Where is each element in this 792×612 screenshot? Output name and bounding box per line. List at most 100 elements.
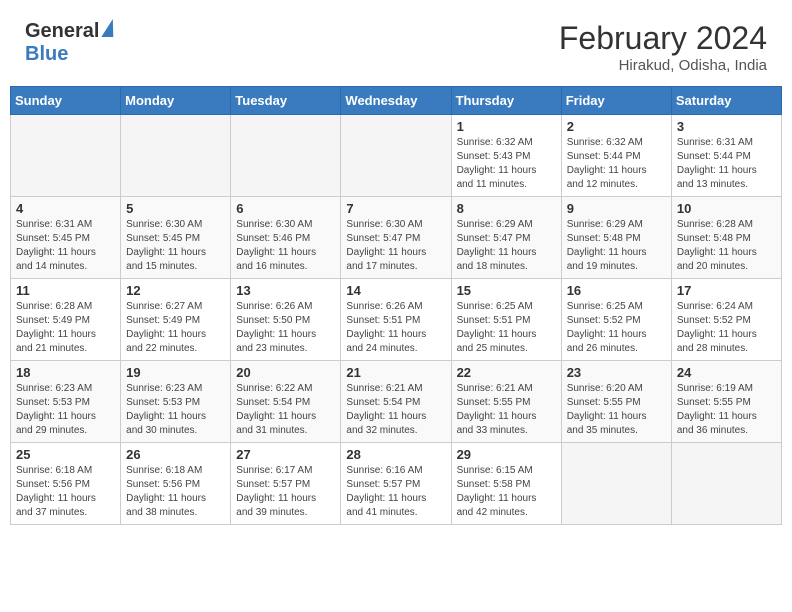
day-info: Sunrise: 6:16 AM Sunset: 5:57 PM Dayligh… xyxy=(346,464,445,520)
day-info: Sunrise: 6:17 AM Sunset: 5:57 PM Dayligh… xyxy=(236,464,335,520)
day-cell xyxy=(11,115,121,197)
day-info: Sunrise: 6:26 AM Sunset: 5:51 PM Dayligh… xyxy=(346,300,445,356)
header: General Blue February 2024 Hirakud, Odis… xyxy=(10,10,782,82)
weekday-header-saturday: Saturday xyxy=(671,87,781,115)
day-cell: 18 Sunrise: 6:23 AM Sunset: 5:53 PM Dayli… xyxy=(11,361,121,443)
day-number: 10 xyxy=(677,201,776,216)
day-number: 6 xyxy=(236,201,335,216)
day-info: Sunrise: 6:20 AM Sunset: 5:55 PM Dayligh… xyxy=(567,382,666,438)
day-cell: 3Sunrise: 6:31 AM Sunset: 5:44 PM Daylig… xyxy=(671,115,781,197)
day-info: Sunrise: 6:23 AM Sunset: 5:53 PM Dayligh… xyxy=(126,382,225,438)
day-cell: 8Sunrise: 6:29 AM Sunset: 5:47 PM Daylig… xyxy=(451,197,561,279)
day-info: Sunrise: 6:32 AM Sunset: 5:43 PM Dayligh… xyxy=(457,136,556,192)
day-number: 7 xyxy=(346,201,445,216)
day-cell xyxy=(231,115,341,197)
day-cell: 21 Sunrise: 6:21 AM Sunset: 5:54 PM Dayli… xyxy=(341,361,451,443)
day-info: Sunrise: 6:22 AM Sunset: 5:54 PM Dayligh… xyxy=(236,382,335,438)
day-cell: 12 Sunrise: 6:27 AM Sunset: 5:49 PM Dayli… xyxy=(121,279,231,361)
day-number: 18 xyxy=(16,365,115,380)
day-number: 21 xyxy=(346,365,445,380)
calendar: SundayMondayTuesdayWednesdayThursdayFrid… xyxy=(10,86,782,525)
day-cell: 14 Sunrise: 6:26 AM Sunset: 5:51 PM Dayli… xyxy=(341,279,451,361)
day-cell: 10 Sunrise: 6:28 AM Sunset: 5:48 PM Dayli… xyxy=(671,197,781,279)
day-number: 28 xyxy=(346,447,445,462)
day-info: Sunrise: 6:21 AM Sunset: 5:55 PM Dayligh… xyxy=(457,382,556,438)
weekday-header-sunday: Sunday xyxy=(11,87,121,115)
logo-general: General xyxy=(25,20,99,43)
weekday-header-friday: Friday xyxy=(561,87,671,115)
day-cell: 2 Sunrise: 6:32 AM Sunset: 5:44 PM Daylig… xyxy=(561,115,671,197)
day-cell: 7 Sunrise: 6:30 AM Sunset: 5:47 PM Daylig… xyxy=(341,197,451,279)
weekday-header-row: SundayMondayTuesdayWednesdayThursdayFrid… xyxy=(11,87,782,115)
day-number: 1 xyxy=(457,119,556,134)
day-number: 8 xyxy=(457,201,556,216)
day-info: Sunrise: 6:28 AM Sunset: 5:48 PM Dayligh… xyxy=(677,218,776,274)
day-cell: 11Sunrise: 6:28 AM Sunset: 5:49 PM Dayli… xyxy=(11,279,121,361)
day-cell: 17Sunrise: 6:24 AM Sunset: 5:52 PM Dayli… xyxy=(671,279,781,361)
day-info: Sunrise: 6:30 AM Sunset: 5:47 PM Dayligh… xyxy=(346,218,445,274)
day-info: Sunrise: 6:21 AM Sunset: 5:54 PM Dayligh… xyxy=(346,382,445,438)
day-cell xyxy=(341,115,451,197)
weekday-header-wednesday: Wednesday xyxy=(341,87,451,115)
day-cell xyxy=(121,115,231,197)
day-number: 4 xyxy=(16,201,115,216)
day-cell: 19Sunrise: 6:23 AM Sunset: 5:53 PM Dayli… xyxy=(121,361,231,443)
day-info: Sunrise: 6:29 AM Sunset: 5:48 PM Dayligh… xyxy=(567,218,666,274)
day-cell: 23Sunrise: 6:20 AM Sunset: 5:55 PM Dayli… xyxy=(561,361,671,443)
day-cell: 26 Sunrise: 6:18 AM Sunset: 5:56 PM Dayli… xyxy=(121,443,231,525)
day-info: Sunrise: 6:18 AM Sunset: 5:56 PM Dayligh… xyxy=(126,464,225,520)
logo-blue: Blue xyxy=(25,43,68,65)
day-info: Sunrise: 6:19 AM Sunset: 5:55 PM Dayligh… xyxy=(677,382,776,438)
day-info: Sunrise: 6:30 AM Sunset: 5:46 PM Dayligh… xyxy=(236,218,335,274)
week-row-4: 18 Sunrise: 6:23 AM Sunset: 5:53 PM Dayli… xyxy=(11,361,782,443)
day-number: 27 xyxy=(236,447,335,462)
day-number: 25 xyxy=(16,447,115,462)
day-info: Sunrise: 6:30 AM Sunset: 5:45 PM Dayligh… xyxy=(126,218,225,274)
day-cell: 16Sunrise: 6:25 AM Sunset: 5:52 PM Dayli… xyxy=(561,279,671,361)
week-row-2: 4 Sunrise: 6:31 AM Sunset: 5:45 PM Daylig… xyxy=(11,197,782,279)
day-cell: 22 Sunrise: 6:21 AM Sunset: 5:55 PM Dayli… xyxy=(451,361,561,443)
day-number: 12 xyxy=(126,283,225,298)
day-info: Sunrise: 6:28 AM Sunset: 5:49 PM Dayligh… xyxy=(16,300,115,356)
day-number: 15 xyxy=(457,283,556,298)
day-number: 2 xyxy=(567,119,666,134)
day-number: 24 xyxy=(677,365,776,380)
day-number: 22 xyxy=(457,365,556,380)
day-number: 3 xyxy=(677,119,776,134)
title-area: February 2024 Hirakud, Odisha, India xyxy=(559,20,767,74)
day-number: 9 xyxy=(567,201,666,216)
day-info: Sunrise: 6:31 AM Sunset: 5:45 PM Dayligh… xyxy=(16,218,115,274)
day-number: 14 xyxy=(346,283,445,298)
day-cell: 6 Sunrise: 6:30 AM Sunset: 5:46 PM Daylig… xyxy=(231,197,341,279)
day-cell xyxy=(671,443,781,525)
day-info: Sunrise: 6:26 AM Sunset: 5:50 PM Dayligh… xyxy=(236,300,335,356)
day-cell: 27 Sunrise: 6:17 AM Sunset: 5:57 PM Dayli… xyxy=(231,443,341,525)
weekday-header-thursday: Thursday xyxy=(451,87,561,115)
day-cell: 20Sunrise: 6:22 AM Sunset: 5:54 PM Dayli… xyxy=(231,361,341,443)
month-year: February 2024 xyxy=(559,20,767,57)
logo: General Blue xyxy=(25,20,114,66)
day-cell: 9 Sunrise: 6:29 AM Sunset: 5:48 PM Daylig… xyxy=(561,197,671,279)
week-row-5: 25 Sunrise: 6:18 AM Sunset: 5:56 PM Dayli… xyxy=(11,443,782,525)
day-cell: 4 Sunrise: 6:31 AM Sunset: 5:45 PM Daylig… xyxy=(11,197,121,279)
location: Hirakud, Odisha, India xyxy=(559,57,767,74)
day-number: 5 xyxy=(126,201,225,216)
day-cell: 29Sunrise: 6:15 AM Sunset: 5:58 PM Dayli… xyxy=(451,443,561,525)
day-cell: 5 Sunrise: 6:30 AM Sunset: 5:45 PM Daylig… xyxy=(121,197,231,279)
weekday-header-monday: Monday xyxy=(121,87,231,115)
day-info: Sunrise: 6:27 AM Sunset: 5:49 PM Dayligh… xyxy=(126,300,225,356)
week-row-3: 11Sunrise: 6:28 AM Sunset: 5:49 PM Dayli… xyxy=(11,279,782,361)
day-cell: 13 Sunrise: 6:26 AM Sunset: 5:50 PM Dayli… xyxy=(231,279,341,361)
day-info: Sunrise: 6:15 AM Sunset: 5:58 PM Dayligh… xyxy=(457,464,556,520)
day-cell: 25 Sunrise: 6:18 AM Sunset: 5:56 PM Dayli… xyxy=(11,443,121,525)
day-cell: 24 Sunrise: 6:19 AM Sunset: 5:55 PM Dayli… xyxy=(671,361,781,443)
day-number: 26 xyxy=(126,447,225,462)
day-cell: 15Sunrise: 6:25 AM Sunset: 5:51 PM Dayli… xyxy=(451,279,561,361)
day-info: Sunrise: 6:32 AM Sunset: 5:44 PM Dayligh… xyxy=(567,136,666,192)
day-info: Sunrise: 6:25 AM Sunset: 5:52 PM Dayligh… xyxy=(567,300,666,356)
day-info: Sunrise: 6:18 AM Sunset: 5:56 PM Dayligh… xyxy=(16,464,115,520)
day-info: Sunrise: 6:23 AM Sunset: 5:53 PM Dayligh… xyxy=(16,382,115,438)
week-row-1: 1 Sunrise: 6:32 AM Sunset: 5:43 PM Daylig… xyxy=(11,115,782,197)
day-info: Sunrise: 6:24 AM Sunset: 5:52 PM Dayligh… xyxy=(677,300,776,356)
day-number: 13 xyxy=(236,283,335,298)
